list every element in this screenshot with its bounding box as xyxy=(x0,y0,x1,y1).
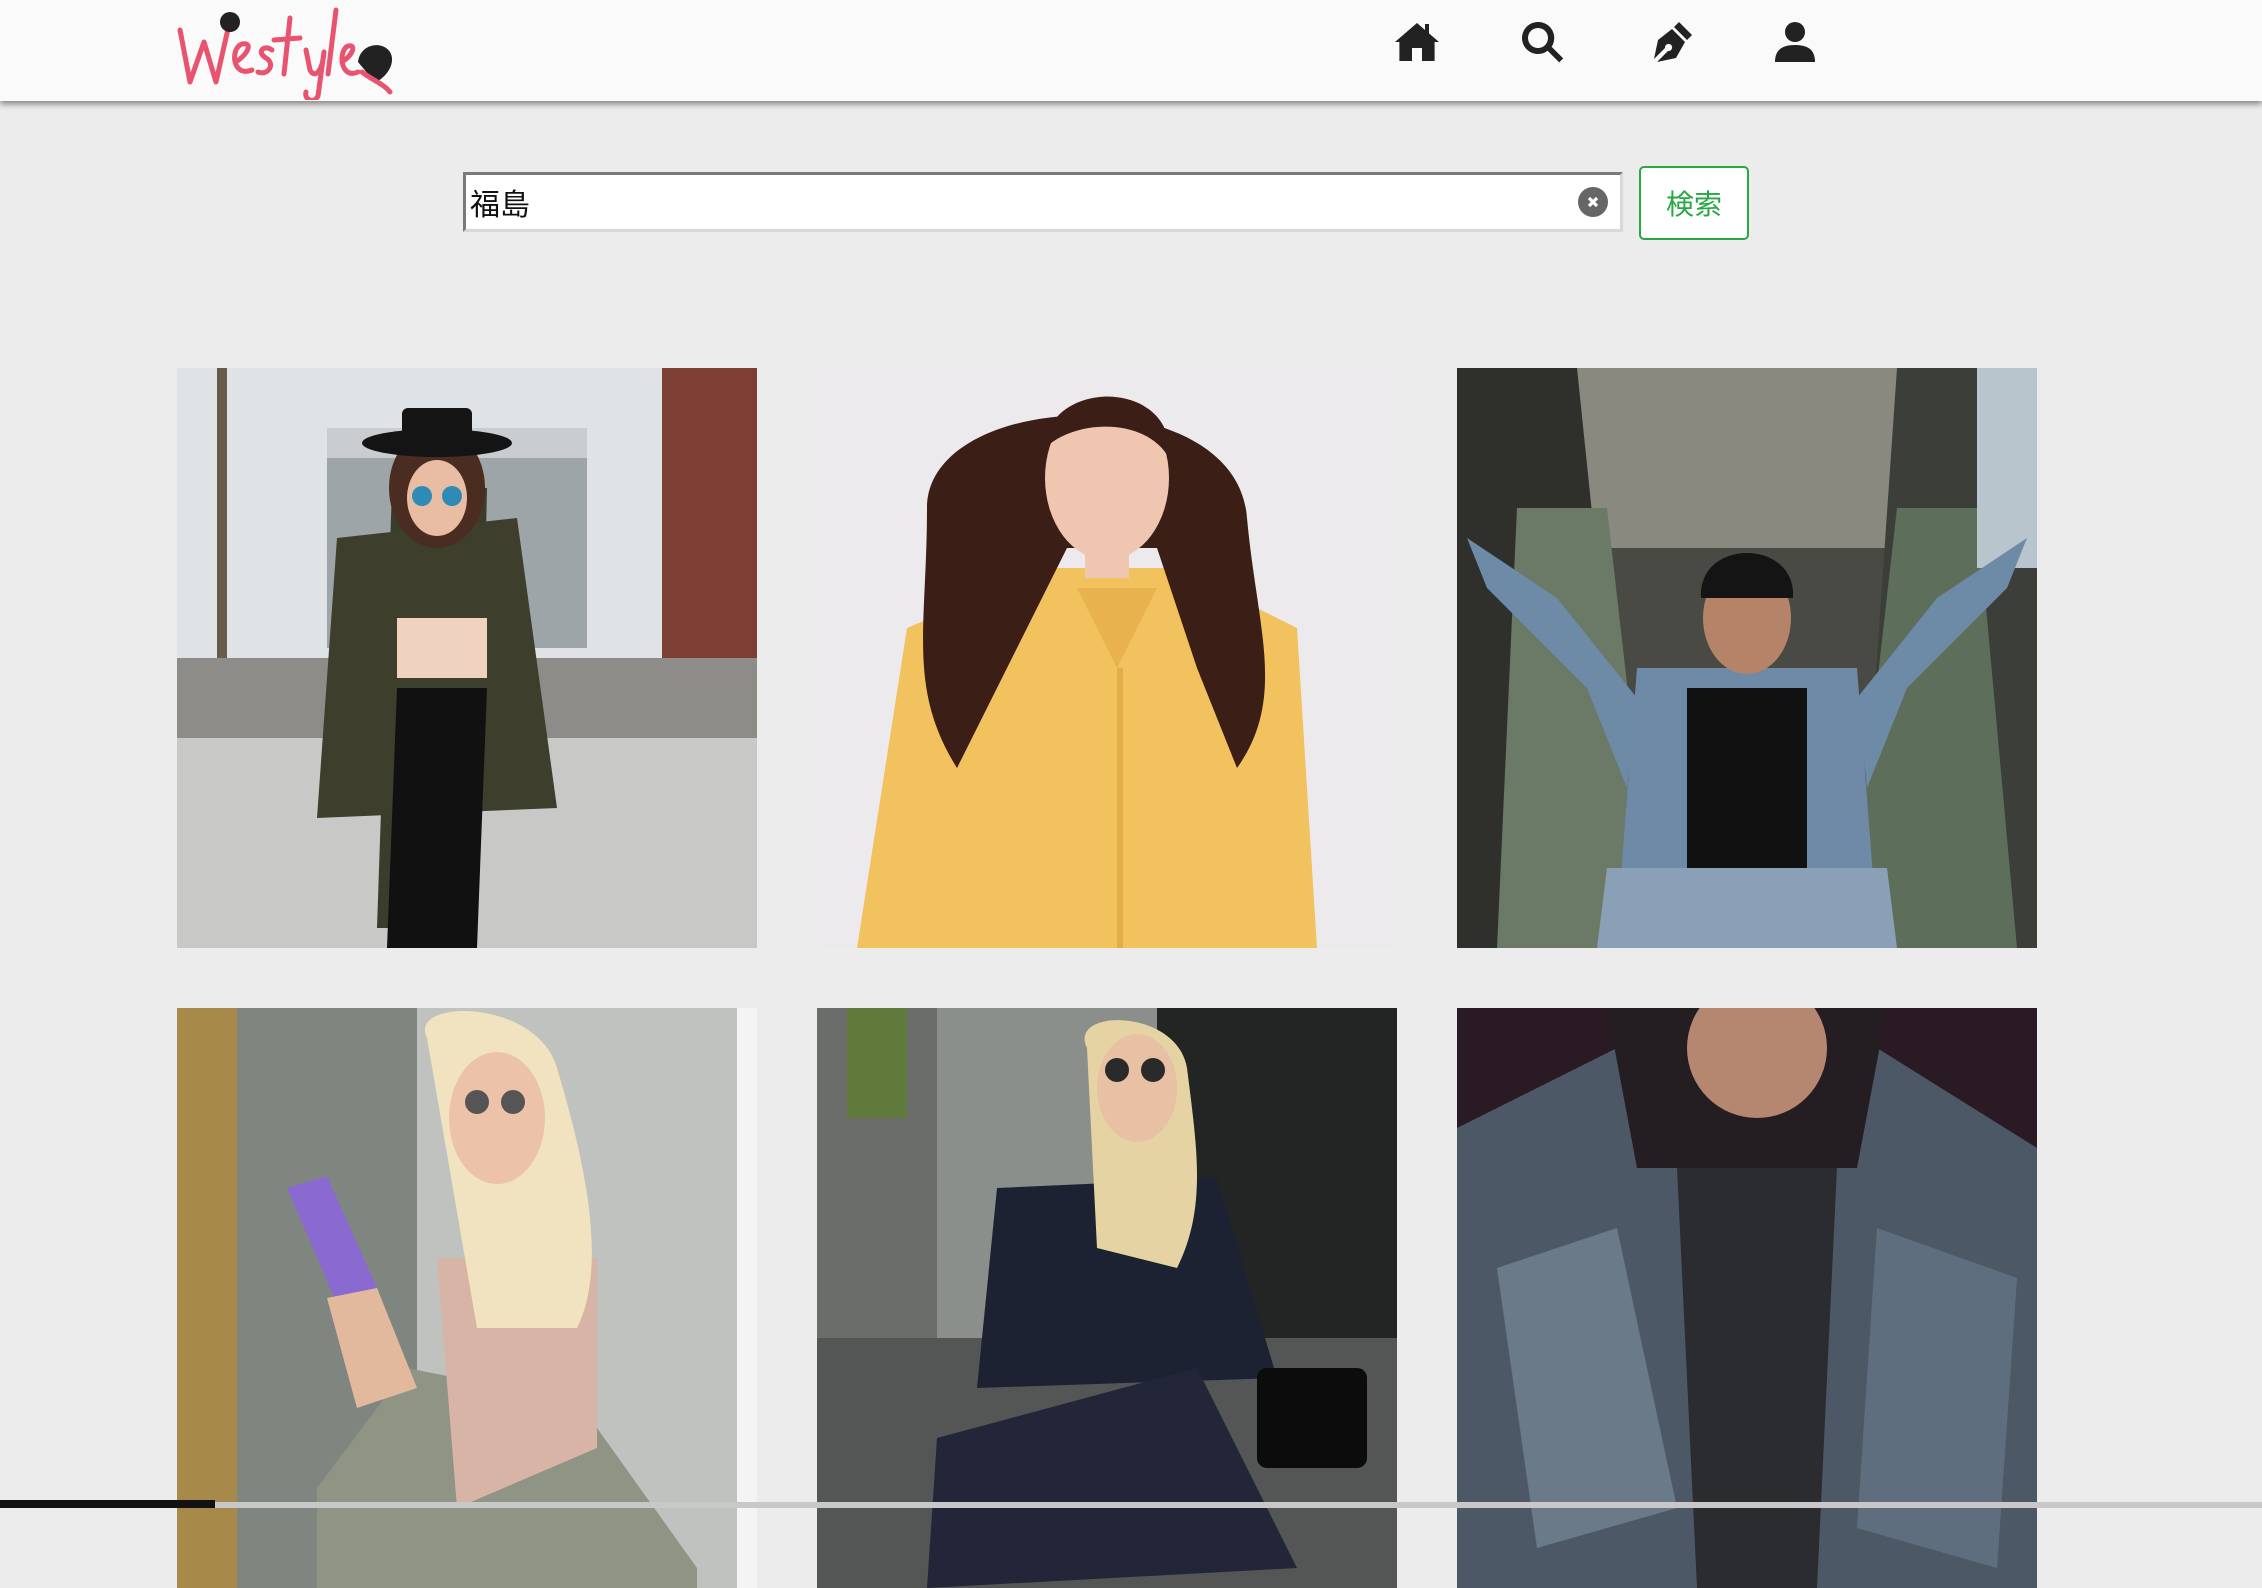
search-input[interactable] xyxy=(466,175,1566,229)
home-icon[interactable] xyxy=(1387,12,1447,72)
gallery-photo-3[interactable] xyxy=(1457,368,2037,948)
gallery-photo-5[interactable] xyxy=(817,1008,1397,1588)
gallery-photo-6[interactable] xyxy=(1457,1008,2037,1588)
gallery-photo-4[interactable] xyxy=(177,1008,757,1588)
gallery-photo-2[interactable] xyxy=(817,368,1397,948)
westyles-logo[interactable] xyxy=(172,0,402,103)
scrollbar-track[interactable] xyxy=(215,1502,2262,1508)
gallery-photo-1[interactable] xyxy=(177,368,757,948)
search-icon[interactable] xyxy=(1512,12,1572,72)
search-button[interactable]: 検索 xyxy=(1639,166,1749,240)
user-icon[interactable] xyxy=(1765,12,1825,72)
search-box xyxy=(463,172,1623,232)
pen-icon[interactable] xyxy=(1642,12,1702,72)
scrollbar-thumb[interactable] xyxy=(0,1500,215,1508)
clear-search-button[interactable] xyxy=(1578,187,1608,217)
top-header xyxy=(0,0,2262,103)
